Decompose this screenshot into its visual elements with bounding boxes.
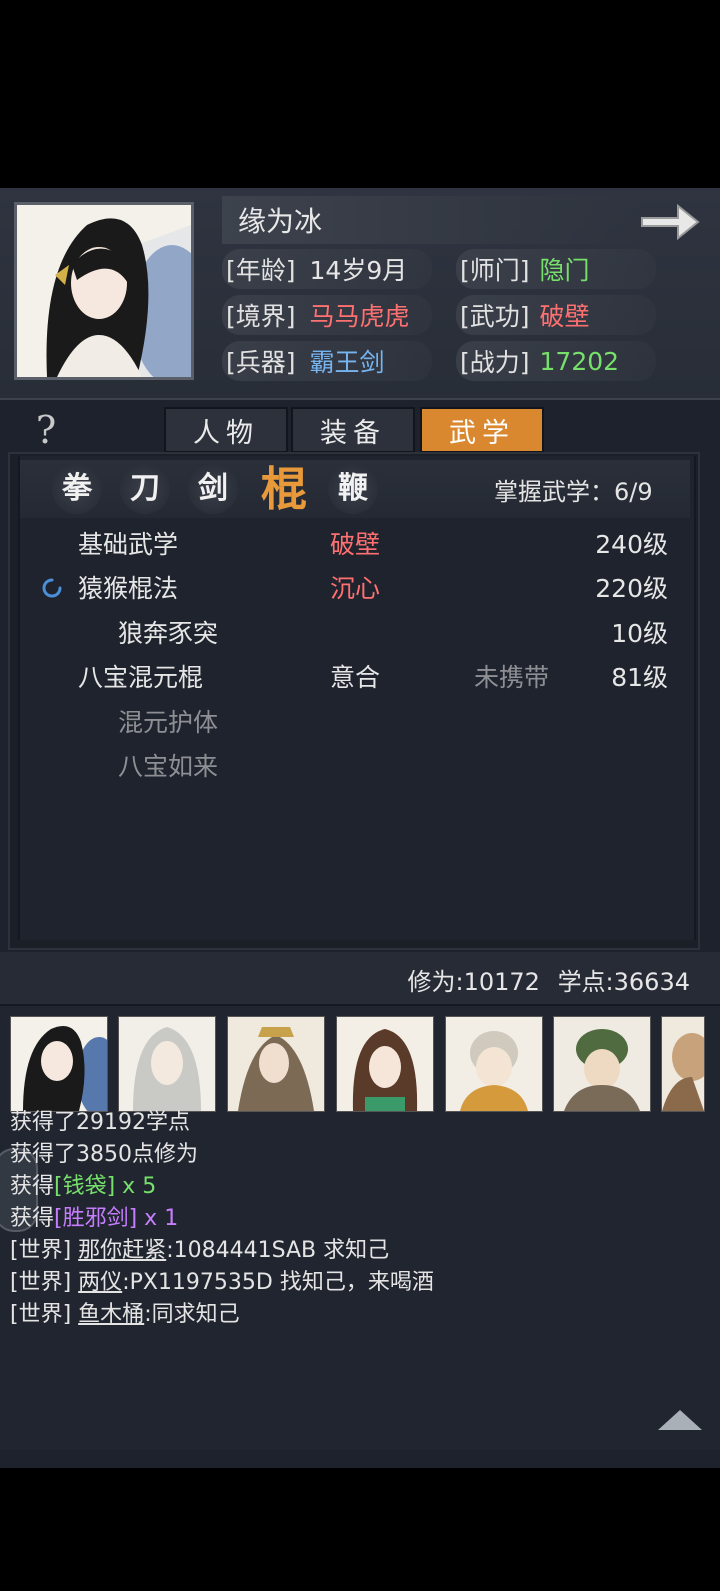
chat-message: 获得[胜邪剑] x 1: [10, 1204, 178, 1234]
mastery-count: 掌握武学：6/9: [494, 478, 653, 506]
power-value: 17202: [539, 346, 620, 376]
category-whip[interactable]: 鞭: [328, 464, 378, 514]
realm-value: 马马虎虎: [309, 302, 410, 331]
party-avatar[interactable]: [336, 1016, 434, 1112]
item-count: x 1: [137, 1206, 179, 1231]
skill-level: 220级: [595, 574, 668, 603]
tab-character[interactable]: 人物: [164, 407, 288, 453]
chat-message: 获得了3850点修为: [10, 1142, 198, 1167]
channel-tag: [世界]: [10, 1302, 72, 1327]
player-name-link[interactable]: 鱼木桶: [78, 1302, 144, 1327]
weapon-label: [兵器]: [226, 348, 296, 377]
chat-text: 获得: [10, 1206, 55, 1231]
realm-row: [境界] 马马虎虎: [226, 295, 410, 335]
learning-points-value: 学点:36634: [557, 968, 690, 996]
chat-message: [世界] 那你赶紧:1084441SAB 求知己: [10, 1236, 389, 1266]
skill-name[interactable]: 猿猴棍法: [78, 569, 178, 609]
martial-label: [武功]: [460, 302, 530, 331]
skill-state: 沉心: [330, 574, 381, 603]
character-portrait: [14, 202, 194, 380]
skill-state: 意合: [330, 663, 381, 692]
skill-state: 破壁: [330, 530, 381, 559]
skill-name[interactable]: 基础武学: [78, 525, 178, 565]
power-row: [战力] 17202: [460, 341, 619, 381]
skill-carry-status: 未携带: [474, 663, 550, 692]
chat-message: [世界] 两仪:PX1197535D 找知己，来喝酒: [10, 1268, 434, 1298]
player-name-link[interactable]: 那你赶紧: [78, 1238, 166, 1263]
age-row: [年龄] 14岁9月: [226, 249, 407, 289]
tab-equipment[interactable]: 装备: [291, 407, 415, 453]
category-fist[interactable]: 拳: [52, 464, 102, 514]
chat-text: :PX1197535D 找知己，来喝酒: [122, 1270, 434, 1295]
category-sword[interactable]: 剑: [188, 464, 238, 514]
party-avatar[interactable]: [553, 1016, 651, 1112]
weapon-row: [兵器] 霸王剑: [226, 341, 385, 381]
school-row: [师门] 隐门: [460, 249, 590, 289]
loading-icon: [42, 578, 62, 598]
party-avatar[interactable]: [661, 1016, 705, 1112]
skill-level: 240级: [595, 530, 668, 559]
age-value: 14岁9月: [309, 256, 408, 285]
skill-name[interactable]: 八宝混元棍: [78, 658, 203, 698]
item-link[interactable]: [钱袋]: [54, 1174, 115, 1199]
power-label: [战力]: [460, 348, 530, 377]
next-arrow-icon[interactable]: [638, 200, 702, 244]
tab-martial-arts[interactable]: 武学: [420, 407, 544, 453]
skill-name[interactable]: 八宝如来: [118, 747, 218, 787]
school-value: 隐门: [539, 256, 590, 285]
channel-tag: [世界]: [10, 1238, 72, 1263]
cultivation-value: 修为:10172: [407, 968, 540, 996]
item-count: x 5: [115, 1174, 157, 1199]
skill-name[interactable]: 狼奔豕突: [118, 614, 218, 654]
martial-row: [武功] 破壁: [460, 295, 590, 335]
party-avatar[interactable]: [227, 1016, 325, 1112]
party-avatar[interactable]: [10, 1016, 108, 1112]
chat-message: 获得[钱袋] x 5: [10, 1172, 156, 1202]
party-avatar[interactable]: [445, 1016, 543, 1112]
chat-message: [世界] 鱼木桶:同求知己: [10, 1300, 240, 1330]
martial-value: 破壁: [539, 302, 590, 331]
channel-tag: [世界]: [10, 1270, 72, 1295]
chat-text: :同求知己: [144, 1302, 240, 1327]
skill-level: 10级: [611, 619, 668, 648]
chat-message: 获得了29192学点: [10, 1110, 190, 1135]
character-name: 缘为冰: [238, 205, 323, 238]
stats-line: 修为:10172 学点:36634: [407, 962, 690, 997]
school-label: [师门]: [460, 256, 530, 285]
realm-label: [境界]: [226, 302, 296, 331]
age-label: [年龄]: [226, 256, 296, 285]
help-icon[interactable]: ?: [26, 408, 66, 452]
player-name-link[interactable]: 两仪: [78, 1270, 122, 1295]
item-link[interactable]: [胜邪剑]: [54, 1206, 137, 1231]
chat-text: 获得: [10, 1174, 55, 1199]
party-avatar[interactable]: [118, 1016, 216, 1112]
weapon-value[interactable]: 霸王剑: [310, 343, 385, 379]
skill-level: 81级: [611, 663, 668, 692]
category-staff[interactable]: 棍: [254, 460, 314, 518]
chat-text: :1084441SAB 求知己: [166, 1238, 390, 1263]
skill-name[interactable]: 混元护体: [118, 703, 218, 743]
category-saber[interactable]: 刀: [120, 464, 170, 514]
expand-up-icon[interactable]: [658, 1410, 702, 1430]
